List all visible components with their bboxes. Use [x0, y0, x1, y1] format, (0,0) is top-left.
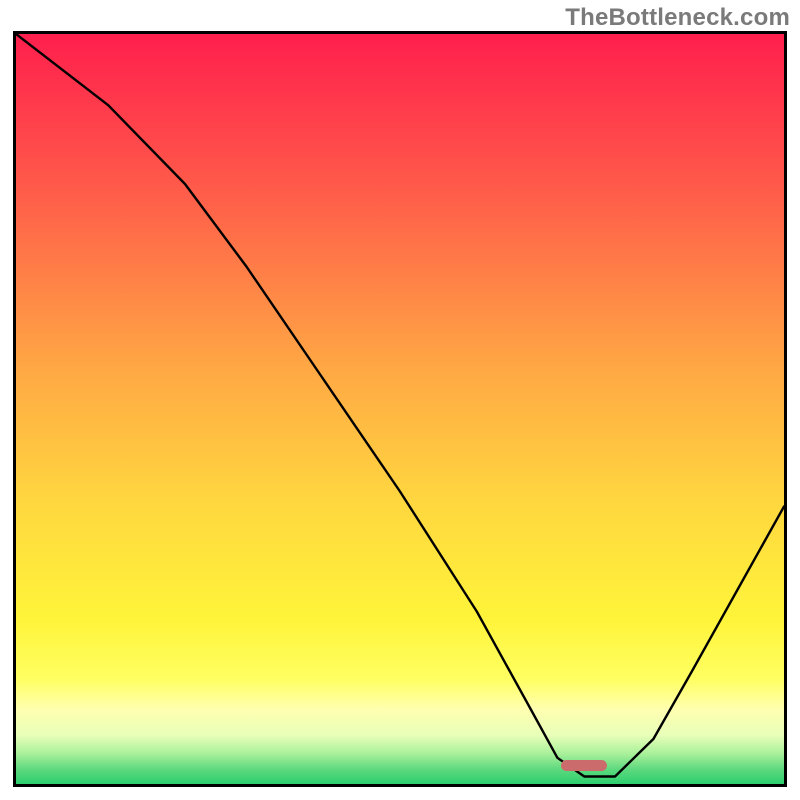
chart-root: TheBottleneck.com: [0, 0, 800, 800]
bottleneck-curve: [16, 34, 784, 784]
watermark-text: TheBottleneck.com: [565, 4, 790, 32]
optimal-range-marker: [561, 760, 607, 771]
plot-area: [13, 31, 787, 787]
